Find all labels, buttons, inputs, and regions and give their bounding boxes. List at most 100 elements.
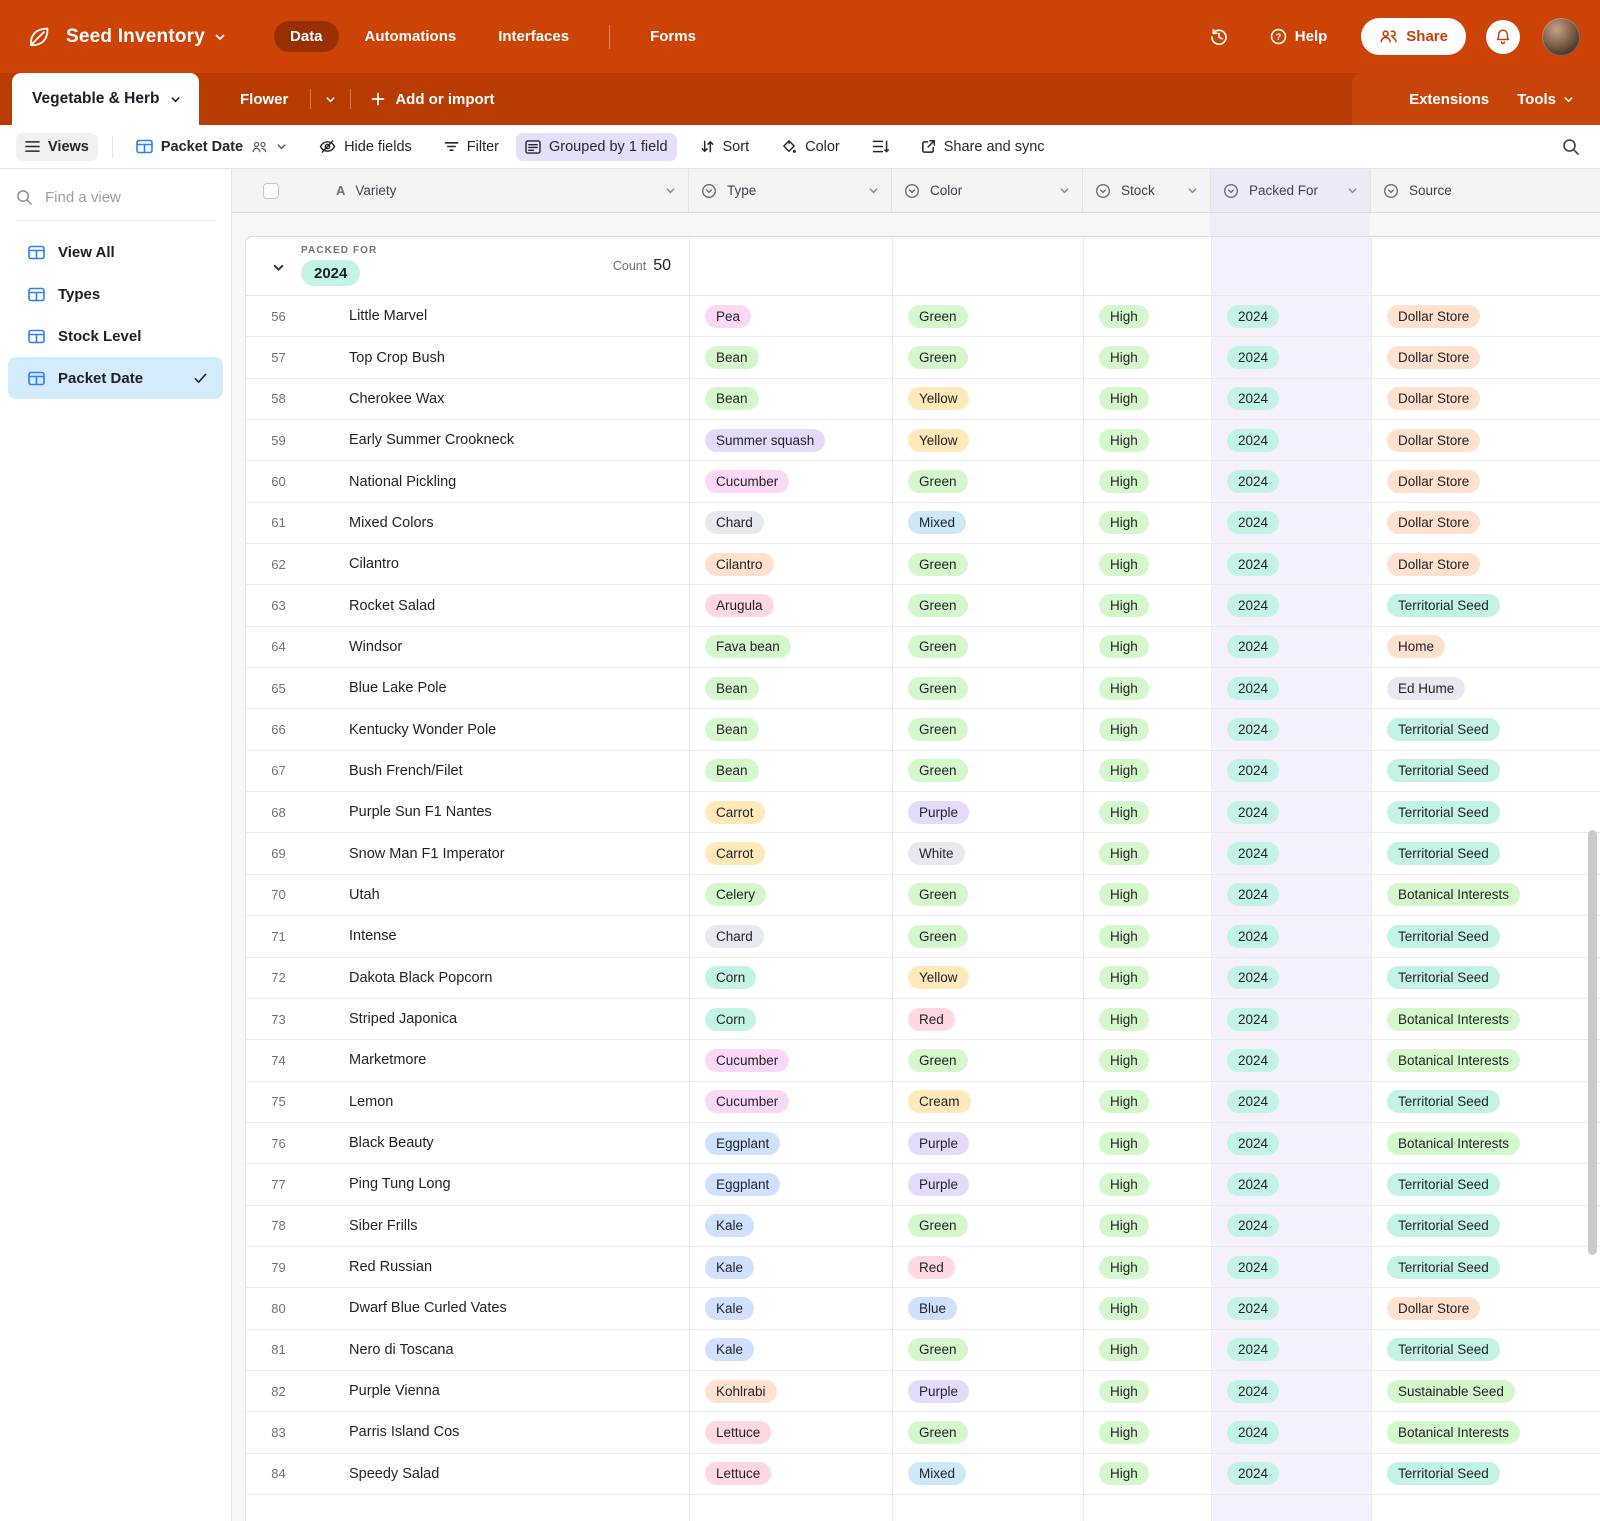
variety-cell[interactable]: Top Crop Bush xyxy=(311,337,689,377)
stock-cell[interactable]: High xyxy=(1083,1040,1211,1080)
variety-cell[interactable]: Parris Island Cos xyxy=(311,1412,689,1452)
packed-for-cell[interactable]: 2024 xyxy=(1211,1288,1371,1328)
packed-for-cell[interactable]: 2024 xyxy=(1211,751,1371,791)
packed-for-cell[interactable]: 2024 xyxy=(1211,1082,1371,1122)
packed-for-cell[interactable]: 2024 xyxy=(1211,709,1371,749)
packed-for-cell[interactable]: 2024 xyxy=(1211,833,1371,873)
packed-for-cell[interactable]: 2024 xyxy=(1211,1371,1371,1411)
variety-cell[interactable]: Red Russian xyxy=(311,1247,689,1287)
type-cell[interactable]: Lettuce xyxy=(689,1412,892,1452)
color-cell[interactable]: Purple xyxy=(892,792,1083,832)
table-row[interactable]: 76Black BeautyEggplantPurpleHigh2024Bota… xyxy=(246,1123,1600,1164)
table-row[interactable]: 64WindsorFava beanGreenHigh2024Home xyxy=(246,627,1600,668)
add-or-import-button[interactable]: Add or import xyxy=(371,91,494,108)
stock-cell[interactable]: High xyxy=(1083,792,1211,832)
history-icon[interactable] xyxy=(1209,27,1229,47)
share-button[interactable]: Share xyxy=(1361,18,1466,55)
table-row[interactable]: 71IntenseChardGreenHigh2024Territorial S… xyxy=(246,916,1600,957)
packed-for-cell[interactable]: 2024 xyxy=(1211,1123,1371,1163)
stock-cell[interactable]: High xyxy=(1083,958,1211,998)
color-cell[interactable]: Yellow xyxy=(892,379,1083,419)
color-cell[interactable]: Purple xyxy=(892,1371,1083,1411)
type-cell[interactable]: Celery xyxy=(689,875,892,915)
stock-cell[interactable]: High xyxy=(1083,1330,1211,1370)
color-cell[interactable]: Green xyxy=(892,1206,1083,1246)
variety-cell[interactable]: Utah xyxy=(311,875,689,915)
table-row[interactable]: 77Ping Tung LongEggplantPurpleHigh2024Te… xyxy=(246,1164,1600,1205)
type-cell[interactable]: Corn xyxy=(689,999,892,1039)
type-cell[interactable]: Lettuce xyxy=(689,1454,892,1494)
table-row[interactable]: 67Bush French/FiletBeanGreenHigh2024Terr… xyxy=(246,751,1600,792)
packed-for-cell[interactable]: 2024 xyxy=(1211,875,1371,915)
table-row[interactable]: 69Snow Man F1 ImperatorCarrotWhiteHigh20… xyxy=(246,833,1600,874)
color-cell[interactable]: Green xyxy=(892,585,1083,625)
stock-cell[interactable]: High xyxy=(1083,668,1211,708)
source-cell[interactable]: Home xyxy=(1371,627,1600,667)
variety-cell[interactable]: Lemon xyxy=(311,1082,689,1122)
source-cell[interactable]: Botanical Interests xyxy=(1371,1040,1600,1080)
table-row[interactable]: 62CilantroCilantroGreenHigh2024Dollar St… xyxy=(246,544,1600,585)
source-cell[interactable]: Territorial Seed xyxy=(1371,1082,1600,1122)
chevron-down-icon[interactable] xyxy=(1059,185,1070,196)
source-cell[interactable]: Dollar Store xyxy=(1371,544,1600,584)
table-row[interactable]: 74MarketmoreCucumberGreenHigh2024Botanic… xyxy=(246,1040,1600,1081)
stock-cell[interactable]: High xyxy=(1083,875,1211,915)
color-cell[interactable]: Green xyxy=(892,544,1083,584)
user-avatar[interactable] xyxy=(1542,18,1580,56)
color-cell[interactable]: Red xyxy=(892,999,1083,1039)
source-cell[interactable]: Territorial Seed xyxy=(1371,709,1600,749)
column-header-packed-for[interactable]: Packed For xyxy=(1210,169,1370,212)
stock-cell[interactable]: High xyxy=(1083,503,1211,543)
source-cell[interactable]: Ed Hume xyxy=(1371,668,1600,708)
table-row[interactable]: 82Purple ViennaKohlrabiPurpleHigh2024Sus… xyxy=(246,1371,1600,1412)
type-cell[interactable]: Kale xyxy=(689,1247,892,1287)
sidebar-item-types[interactable]: Types xyxy=(8,273,223,315)
group-button[interactable]: Grouped by 1 field xyxy=(516,133,677,161)
table-row[interactable]: 63Rocket SaladArugulaGreenHigh2024Territ… xyxy=(246,585,1600,626)
table-row[interactable]: 60National PicklingCucumberGreenHigh2024… xyxy=(246,461,1600,502)
variety-cell[interactable]: Siber Frills xyxy=(311,1206,689,1246)
variety-cell[interactable]: Mixed Colors xyxy=(311,503,689,543)
color-cell[interactable]: Green xyxy=(892,875,1083,915)
stock-cell[interactable]: High xyxy=(1083,544,1211,584)
source-cell[interactable]: Territorial Seed xyxy=(1371,1247,1600,1287)
type-cell[interactable]: Cucumber xyxy=(689,461,892,501)
stock-cell[interactable]: High xyxy=(1083,751,1211,791)
packed-for-cell[interactable]: 2024 xyxy=(1211,958,1371,998)
color-cell[interactable]: Green xyxy=(892,1412,1083,1452)
help-button[interactable]: ? Help xyxy=(1269,27,1328,46)
variety-cell[interactable]: Early Summer Crookneck xyxy=(311,420,689,460)
table-list-chevron-down-icon[interactable] xyxy=(325,94,336,105)
variety-cell[interactable]: Striped Japonica xyxy=(311,999,689,1039)
search-icon[interactable] xyxy=(1562,138,1580,156)
variety-cell[interactable]: Cilantro xyxy=(311,544,689,584)
packed-for-cell[interactable]: 2024 xyxy=(1211,379,1371,419)
type-cell[interactable]: Chard xyxy=(689,916,892,956)
nav-tab-forms[interactable]: Forms xyxy=(634,21,712,52)
source-cell[interactable]: Dollar Store xyxy=(1371,461,1600,501)
packed-for-cell[interactable]: 2024 xyxy=(1211,337,1371,377)
stock-cell[interactable]: High xyxy=(1083,627,1211,667)
variety-cell[interactable]: Blue Lake Pole xyxy=(311,668,689,708)
type-cell[interactable]: Summer squash xyxy=(689,420,892,460)
color-cell[interactable]: Purple xyxy=(892,1164,1083,1204)
color-cell[interactable]: Green xyxy=(892,337,1083,377)
type-cell[interactable]: Carrot xyxy=(689,792,892,832)
sort-button[interactable]: Sort xyxy=(691,133,759,161)
packed-for-cell[interactable]: 2024 xyxy=(1211,1454,1371,1494)
type-cell[interactable]: Kale xyxy=(689,1288,892,1328)
packed-for-cell[interactable]: 2024 xyxy=(1211,1330,1371,1370)
source-cell[interactable]: Dollar Store xyxy=(1371,1288,1600,1328)
table-row[interactable]: 83Parris Island CosLettuceGreenHigh2024B… xyxy=(246,1412,1600,1453)
table-row[interactable]: 66Kentucky Wonder PoleBeanGreenHigh2024T… xyxy=(246,709,1600,750)
stock-cell[interactable]: High xyxy=(1083,916,1211,956)
notifications-button[interactable] xyxy=(1486,20,1520,54)
color-cell[interactable]: Cream xyxy=(892,1082,1083,1122)
type-cell[interactable]: Bean xyxy=(689,751,892,791)
variety-cell[interactable]: Intense xyxy=(311,916,689,956)
extensions-button[interactable]: Extensions xyxy=(1409,91,1489,108)
stock-cell[interactable]: High xyxy=(1083,420,1211,460)
variety-cell[interactable]: Black Beauty xyxy=(311,1123,689,1163)
find-view-input[interactable]: Find a view xyxy=(16,189,215,221)
packed-for-cell[interactable]: 2024 xyxy=(1211,1040,1371,1080)
